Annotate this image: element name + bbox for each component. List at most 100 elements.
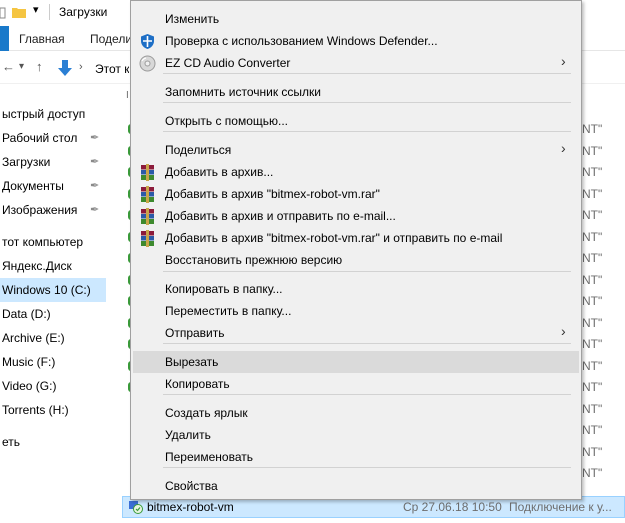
sidebar-item[interactable]: Загрузки ✒ [0, 150, 106, 174]
menu-item[interactable]: Запомнить источник ссылки [133, 81, 579, 103]
sidebar-item-label: Archive (E:) [2, 331, 65, 345]
back-icon[interactable]: ← [2, 59, 15, 74]
up-icon[interactable]: ↑ [36, 59, 43, 74]
type-column-fragment: NT" [582, 466, 603, 480]
remote-desktop-file-icon [129, 501, 143, 514]
sidebar-item-label: еть [2, 435, 21, 449]
download-arrow-icon [58, 60, 72, 76]
menu-item-label: Изменить [165, 12, 220, 26]
menu-separator [163, 271, 571, 272]
tab-home[interactable]: Главная [19, 32, 65, 46]
menu-item[interactable]: EZ CD Audio Converter › [133, 52, 579, 74]
pin-icon[interactable]: ✒ [90, 150, 99, 174]
menu-item-label: Отправить [165, 326, 225, 340]
type-column-fragment: NT" [582, 423, 603, 437]
menu-item-label: Проверка с использованием Windows Defend… [165, 34, 438, 48]
type-column-fragment: NT" [582, 229, 603, 244]
type-column-fragment: NT" [582, 294, 603, 308]
folder-icon [12, 8, 26, 18]
sidebar-item[interactable]: Яндекс.Диск [0, 254, 106, 278]
type-column-fragment: NT" [582, 143, 603, 158]
sidebar-item-label: Torrents (H:) [2, 403, 69, 417]
sidebar-item[interactable]: Документы ✒ [0, 174, 106, 198]
winrar-icon [141, 230, 154, 247]
menu-item[interactable]: Создать ярлык [133, 402, 579, 424]
sidebar-item[interactable]: Изображения ✒ [0, 198, 106, 222]
menu-item-label: Поделиться [165, 143, 232, 157]
type-column-fragment: NT" [582, 122, 603, 136]
menu-item[interactable]: Открыть с помощью... [133, 110, 579, 132]
winrar-icon [141, 164, 154, 181]
sidebar-item[interactable]: Рабочий стол ✒ [0, 126, 106, 150]
menu-item-label: EZ CD Audio Converter [165, 56, 291, 70]
pin-icon[interactable]: ✒ [90, 198, 99, 222]
menu-item[interactable]: Поделиться › [133, 139, 579, 161]
submenu-arrow-icon: › [561, 323, 566, 339]
menu-item-label: Запомнить источник ссылки [165, 85, 321, 99]
menu-item[interactable]: Добавить в архив "bitmex-robot-vm.rar" [133, 183, 579, 205]
sidebar-item[interactable]: ыстрый доступ [0, 102, 106, 126]
sidebar-item-label: Music (F:) [2, 355, 56, 369]
sidebar-item[interactable]: Data (D:) [0, 302, 106, 326]
menu-item[interactable]: Переименовать [133, 446, 579, 468]
quick-access-dropdown-icon[interactable]: ▾ [33, 3, 39, 16]
ez-cd-icon [139, 55, 156, 72]
sidebar-item[interactable]: Archive (E:) [0, 326, 106, 350]
winrar-icon [141, 186, 154, 203]
sidebar-item-label: Рабочий стол [2, 131, 78, 145]
file-name: bitmex-robot-vm [147, 500, 234, 514]
submenu-arrow-icon: › [561, 140, 566, 156]
type-column-fragment: NT" [582, 358, 603, 373]
menu-item-label: Переименовать [165, 450, 253, 464]
sidebar-item[interactable]: Windows 10 (C:) [0, 278, 106, 302]
menu-item-label: Вырезать [165, 355, 219, 369]
sidebar-item[interactable]: еть [0, 430, 106, 454]
menu-item[interactable]: Копировать в папку... [133, 278, 579, 300]
menu-item-label: Добавить в архив "bitmex-robot-vm.rar" [165, 187, 380, 201]
menu-item[interactable]: Добавить в архив и отправить по e-mail..… [133, 205, 579, 227]
ribbon-file-tab[interactable] [0, 26, 9, 51]
menu-item-label: Добавить в архив... [165, 165, 274, 179]
pin-icon[interactable]: ✒ [90, 126, 99, 150]
sidebar-item[interactable]: тот компьютер [0, 230, 106, 254]
title-divider [49, 4, 50, 20]
menu-item[interactable]: Свойства [133, 475, 579, 497]
tab-share[interactable]: Поделиться [90, 32, 130, 46]
context-menu: Изменить Проверка с использованием Window… [130, 0, 582, 500]
menu-item[interactable]: Добавить в архив... [133, 161, 579, 183]
menu-item-label: Копировать [165, 377, 230, 391]
menu-item[interactable]: Удалить [133, 424, 579, 446]
menu-item[interactable]: Отправить › [133, 322, 579, 344]
menu-item-label: Копировать в папку... [165, 282, 283, 296]
sidebar-item[interactable]: Music (F:) [0, 350, 106, 374]
windows-defender-icon [141, 34, 154, 49]
type-column-fragment: NT" [582, 337, 603, 351]
type-column-fragment: NT" [582, 380, 603, 394]
type-column-fragment: NT" [582, 208, 603, 222]
type-column-fragment: NT" [582, 272, 603, 287]
type-column-fragment: NT" [582, 251, 603, 265]
menu-item[interactable]: Копировать [133, 373, 579, 395]
file-date: Ср 27.06.18 10:50 [403, 500, 502, 514]
window-title: Загрузки [59, 5, 108, 19]
sidebar-item-label: Документы [2, 179, 64, 193]
menu-item[interactable]: Добавить в архив "bitmex-robot-vm.rar" и… [133, 227, 579, 249]
submenu-arrow-icon: › [561, 53, 566, 69]
type-column-fragment: NT" [582, 165, 603, 179]
menu-item[interactable]: Изменить [133, 8, 579, 30]
breadcrumb-chevron-icon: › [79, 61, 83, 73]
sidebar-item[interactable]: Video (G:) [0, 374, 106, 398]
pin-icon[interactable]: ✒ [90, 174, 99, 198]
menu-item[interactable]: Вырезать [133, 351, 579, 373]
menu-item[interactable]: Переместить в папку... [133, 300, 579, 322]
menu-item[interactable]: Восстановить прежнюю версию [133, 249, 579, 271]
sidebar-item-label: Data (D:) [2, 307, 51, 321]
address-path[interactable]: Этот компьютер [95, 62, 129, 76]
sidebar-item-label: Изображения [2, 203, 78, 217]
menu-item[interactable]: Проверка с использованием Windows Defend… [133, 30, 579, 52]
sidebar-item[interactable]: Torrents (H:) [0, 398, 106, 422]
menu-item-label: Свойства [165, 479, 218, 493]
winrar-icon [141, 208, 154, 225]
sidebar-item-label: Windows 10 (C:) [2, 283, 91, 297]
recent-dropdown-icon[interactable]: ▾ [19, 61, 24, 72]
